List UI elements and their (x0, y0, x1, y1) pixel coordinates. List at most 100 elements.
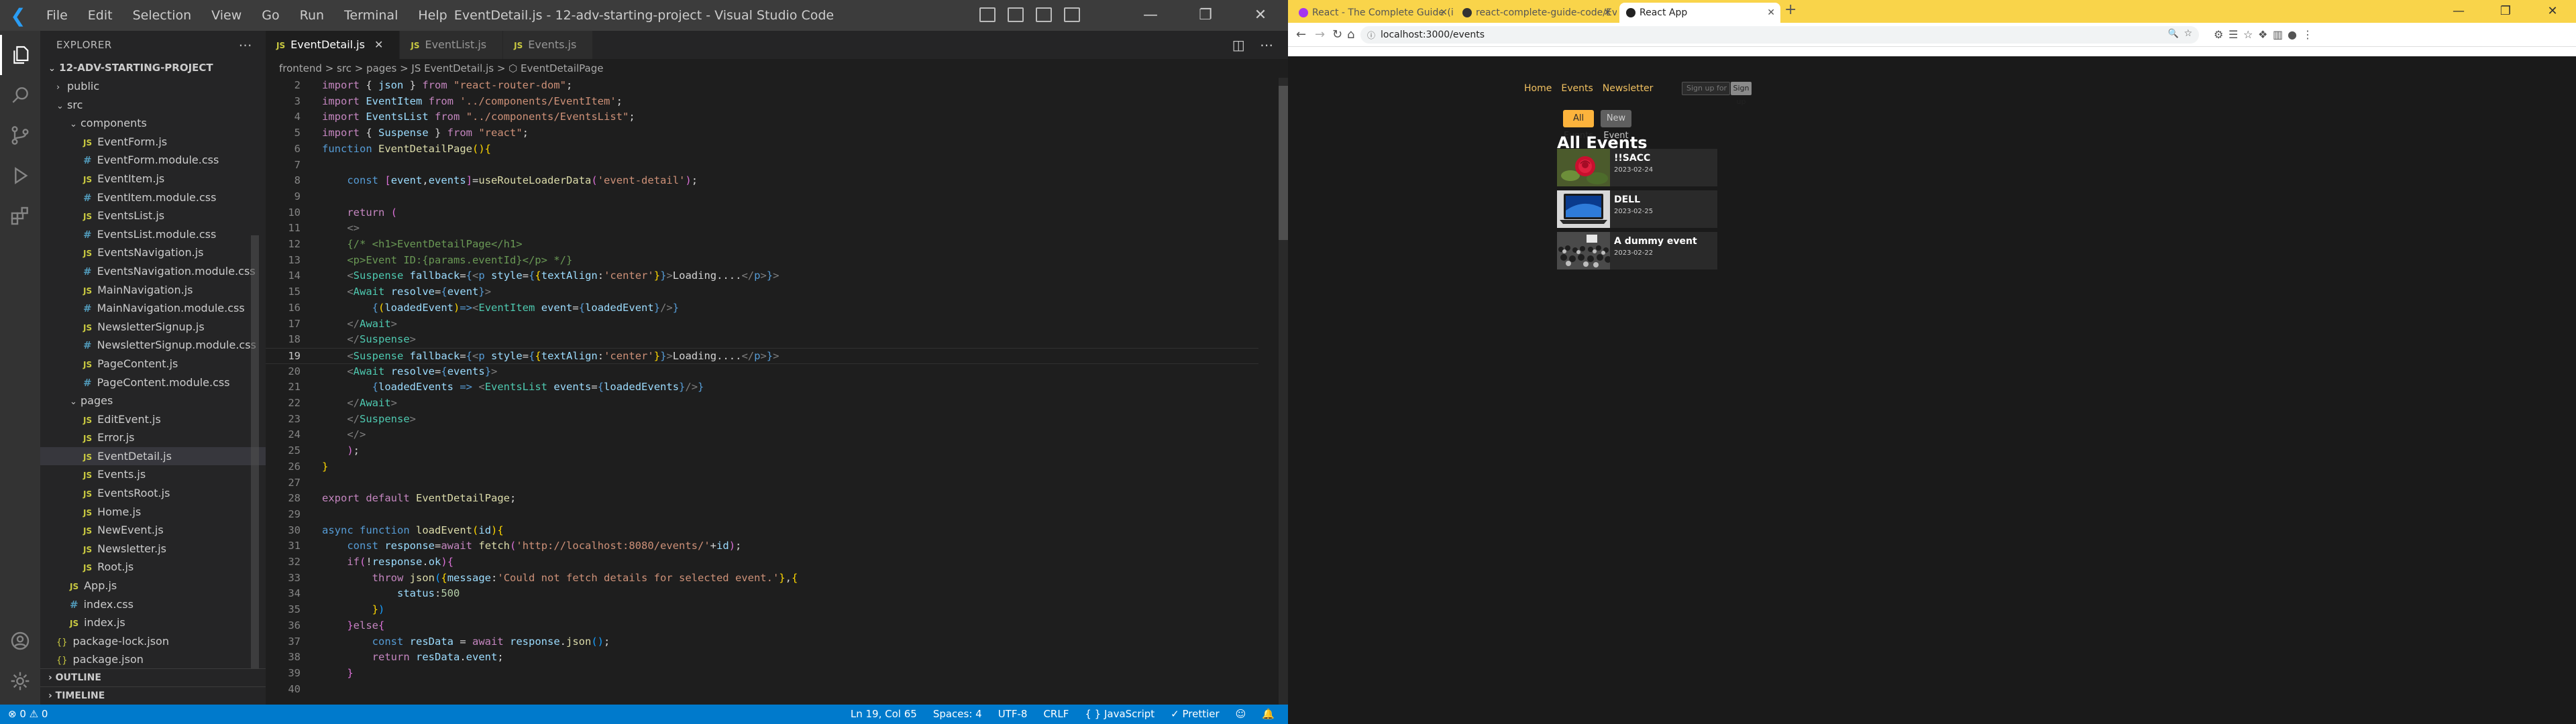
tree-item[interactable]: JS EventItem.js (40, 170, 266, 188)
code-line[interactable]: 10 return ( (266, 205, 1258, 221)
newsletter-email-input[interactable]: Sign up for newsletter... (1682, 82, 1730, 95)
browser-tab-udemy[interactable]: React - The Complete Guide (incl ✕ (1292, 3, 1453, 23)
code-line[interactable]: 23 </Suspense> (266, 412, 1258, 428)
minimize-icon[interactable]: — (2435, 0, 2482, 23)
toggle-panel-icon[interactable] (1008, 7, 1024, 22)
code-line[interactable]: 6 function EventDetailPage(){ (266, 141, 1258, 158)
code-line[interactable]: 2 import { json } from "react-router-dom"… (266, 78, 1258, 94)
tab-events[interactable]: JS Events.js (503, 31, 594, 59)
tree-item[interactable]: JS EditEvent.js (40, 410, 266, 429)
tree-item[interactable]: JS EventsRoot.js (40, 484, 266, 503)
browser-tab-github[interactable]: react-complete-guide-code/Eve ✕ (1456, 3, 1617, 23)
more-actions-icon[interactable]: ⋯ (1260, 37, 1273, 53)
code-line[interactable]: 26} (266, 459, 1258, 475)
tree-item[interactable]: JS MainNavigation.js (40, 281, 266, 300)
tree-item[interactable]: ⌄ src (40, 96, 266, 115)
code-line[interactable]: 19 <Suspense fallback={<p style={{textAl… (266, 347, 1258, 364)
tree-item[interactable]: # NewsletterSignup.module.css (40, 336, 266, 355)
nav-events-link[interactable]: Events (1561, 83, 1593, 94)
tree-item[interactable]: ⌄ components (40, 114, 266, 133)
code-line[interactable]: 22 </Await> (266, 396, 1258, 412)
extensions-icon[interactable] (0, 196, 40, 236)
site-info-icon[interactable]: ⓘ (1367, 29, 1375, 41)
code-line[interactable]: 3 import EventItem from '../components/Ev… (266, 94, 1258, 110)
customize-layout-icon[interactable] (1064, 7, 1080, 22)
new-tab-icon[interactable]: + (1784, 1, 1796, 18)
code-line[interactable]: 25 ); (266, 443, 1258, 459)
sidepanel-icon[interactable]: ▥ (2273, 28, 2283, 41)
address-bar[interactable]: ⓘ localhost:3000/events 🔍 ☆ (1360, 26, 2199, 44)
code-line[interactable]: 29 (266, 507, 1258, 523)
feedback-icon[interactable]: ☺ (1236, 705, 1246, 724)
menu-go[interactable]: Go (252, 0, 289, 31)
code-line[interactable]: 34 status:500 (266, 586, 1258, 602)
menu-terminal[interactable]: Terminal (334, 0, 408, 31)
tree-item[interactable]: JS NewsletterSignup.js (40, 318, 266, 337)
indentation[interactable]: Spaces: 4 (933, 705, 982, 724)
nav-home-link[interactable]: Home (1524, 83, 1552, 94)
restore-icon[interactable]: ❐ (2482, 0, 2529, 23)
code-line[interactable]: 30 async function loadEvent(id){ (266, 523, 1258, 539)
tree-item[interactable]: JS App.js (40, 577, 266, 595)
code-line[interactable]: 27 (266, 475, 1258, 491)
run-debug-icon[interactable] (0, 156, 40, 196)
line-endings[interactable]: CRLF (1043, 705, 1069, 724)
cursor-position[interactable]: Ln 19, Col 65 (851, 705, 917, 724)
code-line[interactable]: 16 {(loadedEvent)=><EventItem event={loa… (266, 300, 1258, 316)
menu-kebab-icon[interactable]: ⋮ (2302, 28, 2313, 41)
tree-item[interactable]: › public (40, 77, 266, 96)
close-icon[interactable]: ✕ (2529, 0, 2576, 23)
zoom-search-icon[interactable]: 🔍 (2168, 29, 2179, 39)
close-icon[interactable]: ✕ (1233, 0, 1288, 31)
extension-icon[interactable]: ☰ (2229, 28, 2238, 41)
code-line[interactable]: 14 <Suspense fallback={<p style={{textAl… (266, 268, 1258, 284)
problems-indicator[interactable]: ⊗ 0 ⚠ 0 (8, 705, 48, 724)
code-line[interactable]: 33 throw json({message:'Could not fetch … (266, 570, 1258, 587)
code-line[interactable]: 37 const resData = await response.json()… (266, 634, 1258, 650)
tree-item[interactable]: # EventForm.module.css (40, 151, 266, 170)
code-line[interactable]: 4 import EventsList from "../components/E… (266, 109, 1258, 125)
nav-newsletter-link[interactable]: Newsletter (1603, 83, 1654, 94)
tree-item[interactable]: JS EventDetail.js (40, 446, 266, 466)
code-line[interactable]: 5 import { Suspense } from "react"; (266, 125, 1258, 141)
language-mode[interactable]: { } JavaScript (1085, 705, 1155, 724)
tab-eventdetail[interactable]: JS EventDetail.js ✕ (266, 31, 400, 59)
tree-item[interactable]: # PageContent.module.css (40, 373, 266, 392)
forward-arrow-icon[interactable]: → (1315, 25, 1325, 44)
menu-file[interactable]: File (36, 0, 78, 31)
code-line[interactable]: 7 (266, 158, 1258, 174)
tree-item[interactable]: JS NewEvent.js (40, 521, 266, 540)
timeline-section[interactable]: › TIMELINE (40, 686, 266, 705)
toggle-secondary-sidebar-icon[interactable] (1036, 7, 1052, 22)
tree-item[interactable]: # index.css (40, 595, 266, 614)
event-card[interactable]: !!SACC 2023-02-24 (1557, 149, 1717, 186)
new-event-tab[interactable]: New Event (1601, 110, 1631, 141)
back-arrow-icon[interactable]: ← (1296, 25, 1306, 44)
tree-item[interactable]: {} package-lock.json (40, 632, 266, 651)
search-icon[interactable] (0, 75, 40, 115)
signup-button[interactable]: Sign up (1731, 82, 1752, 106)
menu-view[interactable]: View (201, 0, 252, 31)
tree-item[interactable]: {} package.json (40, 650, 266, 669)
code-editor[interactable]: 2 import { json } from "react-router-dom"… (266, 78, 1288, 705)
browser-tab-react-app[interactable]: React App ✕ (1619, 3, 1780, 23)
extension-icon[interactable]: ⚙ (2214, 28, 2223, 41)
code-line[interactable]: 12 {/* <h1>EventDetailPage</h1> (266, 237, 1258, 253)
notifications-bell-icon[interactable]: 🔔 (1262, 705, 1275, 724)
encoding[interactable]: UTF-8 (998, 705, 1028, 724)
prettier-status[interactable]: ✓ Prettier (1171, 705, 1220, 724)
code-line[interactable]: 31 const response=await fetch('http://lo… (266, 538, 1258, 554)
code-line[interactable]: 24 </> (266, 427, 1258, 443)
breadcrumb[interactable]: frontend > src > pages > JS EventDetail.… (266, 59, 1288, 78)
code-line[interactable]: 20 <Await resolve={events}> (266, 364, 1258, 380)
code-line[interactable]: 21 {loadedEvents => <EventsList events={… (266, 379, 1258, 396)
explorer-scrollbar[interactable] (251, 235, 259, 671)
tree-item[interactable]: JS Home.js (40, 503, 266, 522)
bookmark-star-icon[interactable]: ☆ (2184, 28, 2192, 39)
code-line[interactable]: 28 export default EventDetailPage; (266, 491, 1258, 507)
code-line[interactable]: 13 <p>Event ID:{params.eventId}</p> */} (266, 253, 1258, 269)
reload-icon[interactable]: ↻ (1332, 25, 1342, 44)
split-editor-icon[interactable]: ◫ (1232, 37, 1245, 53)
code-line[interactable]: 38 return resData.event; (266, 650, 1258, 666)
tree-item[interactable]: JS Newsletter.js (40, 540, 266, 558)
